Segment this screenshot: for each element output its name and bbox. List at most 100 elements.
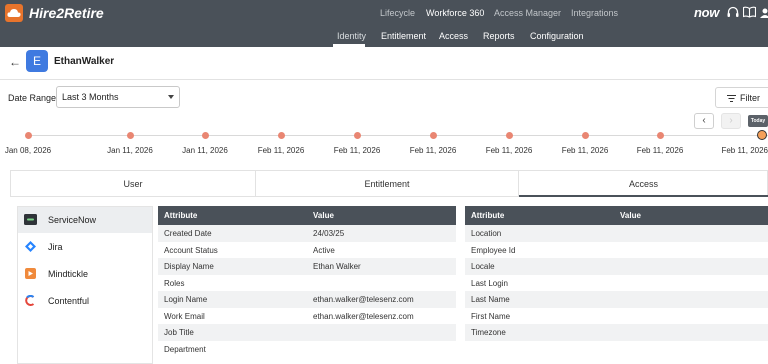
brand-logo: now: [694, 5, 720, 20]
user-name: EthanWalker: [54, 56, 115, 67]
timeline-date: Feb 11, 2026: [257, 146, 305, 155]
value-cell: Ethan Walker: [313, 262, 361, 271]
timeline-date: Jan 11, 2026: [107, 146, 153, 155]
table-row: First Name: [465, 307, 768, 324]
timeline-date: Feb 11, 2026: [636, 146, 684, 155]
app-logo-text: Hire2Retire: [29, 5, 104, 21]
table-row: Timezone: [465, 324, 768, 341]
attribute-cell: Department: [164, 344, 206, 354]
app-item-jira[interactable]: Jira: [18, 234, 152, 260]
timeline-point[interactable]: [201, 132, 209, 139]
tab-entitlement[interactable]: Entitlement: [256, 171, 519, 197]
attribute-cell: Last Login: [471, 278, 508, 288]
table-row: Locale: [465, 258, 768, 275]
filter-icon: [727, 95, 736, 102]
timeline-point[interactable]: [126, 132, 134, 139]
timeline-next-button[interactable]: ›: [721, 113, 741, 129]
subtab-access[interactable]: Access: [439, 31, 468, 41]
tab-access[interactable]: Access: [519, 171, 768, 197]
date-range-label: Date Range: [8, 93, 57, 103]
attribute-cell: Roles: [164, 278, 185, 288]
attribute-cell: Locale: [471, 262, 495, 271]
today-badge: Today: [748, 115, 768, 127]
timeline-date: Feb 11, 2026: [721, 146, 768, 155]
table-row: Department: [158, 340, 456, 357]
app-item-contentful[interactable]: Contentful: [18, 288, 152, 314]
jira-icon: [25, 241, 36, 252]
table-header: Attribute Value: [158, 206, 456, 225]
table-header: Attribute Value: [465, 206, 768, 225]
headset-icon[interactable]: [727, 6, 739, 19]
topnav-integrations[interactable]: Integrations: [571, 8, 618, 18]
value-cell: 24/03/25: [313, 229, 345, 238]
user-menu-icon[interactable]: [760, 8, 768, 18]
subtab-configuration[interactable]: Configuration: [530, 31, 584, 41]
column-header-value: Value: [620, 211, 641, 220]
topnav-access-manager[interactable]: Access Manager: [494, 8, 561, 18]
timeline-point[interactable]: [429, 132, 437, 139]
contentful-icon: [25, 295, 35, 306]
attribute-cell: Work Email: [164, 311, 205, 321]
attribute-cell: Display Name: [164, 262, 214, 271]
filter-button[interactable]: Filter: [715, 87, 768, 108]
app-item-mindtickle[interactable]: Mindtickle: [18, 261, 152, 287]
timeline-date: Feb 11, 2026: [409, 146, 457, 155]
sub-nav-bar: Identity Entitlement Access Reports Conf…: [0, 27, 768, 47]
value-cell: ethan.walker@telesenz.com: [313, 311, 414, 321]
timeline-point[interactable]: [757, 130, 767, 140]
value-cell: Active: [313, 245, 335, 255]
value-cell: ethan.walker@telesenz.com: [313, 295, 414, 304]
app-item-label: ServiceNow: [48, 215, 97, 225]
table-row: Location: [465, 225, 768, 242]
table-row: Account Status Active: [158, 241, 456, 258]
table-row: Job Title: [158, 324, 456, 341]
topnav-lifecycle[interactable]: Lifecycle: [380, 8, 415, 18]
attributes-table-right: Attribute Value Location Employee Id Local…: [465, 206, 768, 364]
subtab-reports[interactable]: Reports: [483, 31, 515, 41]
date-range-select[interactable]: Last 3 Months: [56, 86, 180, 108]
attribute-cell: First Name: [471, 311, 511, 321]
app-item-label: Mindtickle: [48, 269, 89, 279]
avatar: E: [26, 50, 48, 72]
timeline-point[interactable]: [24, 132, 32, 139]
topnav-workforce-360[interactable]: Workforce 360: [426, 8, 484, 18]
subtab-entitlement[interactable]: Entitlement: [381, 31, 426, 41]
attribute-cell: Last Name: [471, 295, 510, 304]
attribute-cell: Job Title: [164, 328, 194, 337]
attribute-cell: Login Name: [164, 295, 208, 304]
table-row: Login Name ethan.walker@telesenz.com: [158, 291, 456, 308]
table-row: Created Date 24/03/25: [158, 225, 456, 242]
attributes-table-left: Attribute Value Created Date 24/03/25 Acco…: [158, 206, 456, 364]
book-icon[interactable]: [743, 6, 756, 18]
detail-tabs: User Entitlement Access: [10, 170, 768, 197]
timeline-date: Feb 11, 2026: [485, 146, 533, 155]
app-item-servicenow[interactable]: ServiceNow: [18, 207, 152, 233]
filter-label: Filter: [740, 93, 760, 103]
mindtickle-icon: [25, 268, 36, 279]
timeline-point[interactable]: [505, 132, 513, 139]
attribute-cell: Employee Id: [471, 245, 516, 255]
timeline-date: Jan 08, 2026: [4, 146, 52, 155]
table-row: Roles: [158, 274, 456, 291]
tab-user[interactable]: User: [11, 171, 256, 197]
timeline-date: Jan 11, 2026: [182, 146, 228, 155]
attribute-cell: Created Date: [164, 229, 212, 238]
timeline-prev-button[interactable]: ‹: [694, 113, 714, 129]
servicenow-icon: [24, 214, 37, 225]
subtab-identity[interactable]: Identity: [337, 31, 366, 41]
back-arrow-icon[interactable]: ←: [9, 55, 21, 69]
chevron-down-icon: [168, 95, 174, 99]
column-header-attribute: Attribute: [164, 211, 198, 220]
divider: [0, 79, 768, 80]
timeline-point[interactable]: [277, 132, 285, 139]
attribute-cell: Timezone: [471, 328, 506, 337]
active-subtab-indicator: [333, 44, 365, 47]
table-row: Work Email ethan.walker@telesenz.com: [158, 307, 456, 324]
date-range-value: Last 3 Months: [62, 92, 119, 102]
timeline-date: Feb 11, 2026: [333, 146, 381, 155]
table-row: Last Name: [465, 291, 768, 308]
timeline-point[interactable]: [581, 132, 589, 139]
table-row: Display Name Ethan Walker: [158, 258, 456, 275]
timeline-point[interactable]: [656, 132, 664, 139]
timeline-point[interactable]: [353, 132, 361, 139]
